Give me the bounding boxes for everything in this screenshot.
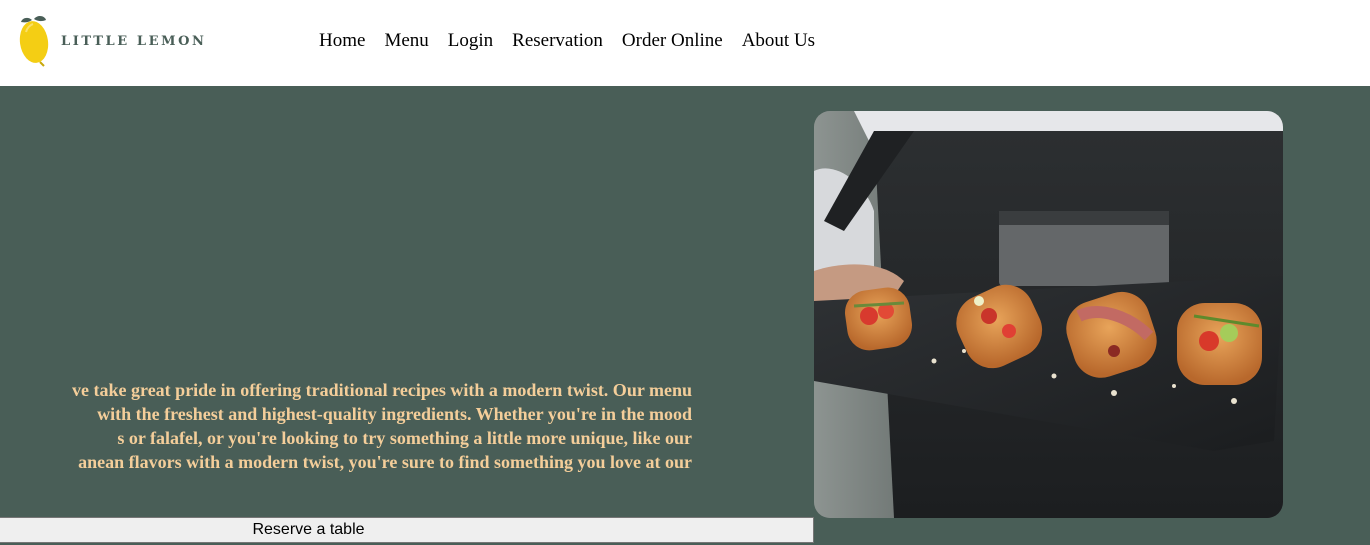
nav-order-online[interactable]: Order Online — [622, 30, 723, 52]
nav-menu: Home Menu Login Reservation Order Online… — [319, 30, 815, 52]
nav-reservation[interactable]: Reservation — [512, 30, 603, 52]
bruschetta-tray-photo — [814, 111, 1283, 518]
nav-home[interactable]: Home — [319, 30, 365, 52]
reserve-table-button[interactable]: Reserve a table — [0, 517, 814, 543]
lemon-logo-icon — [18, 14, 54, 68]
hero-line: anean flavors with a modern twist, you'r… — [78, 452, 692, 472]
hero-line: ve take great pride in offering traditio… — [72, 380, 692, 400]
nav-about-us[interactable]: About Us — [742, 30, 815, 52]
hero-image — [814, 111, 1283, 518]
hero-description: ve take great pride in offering traditio… — [0, 378, 692, 474]
logo[interactable]: LITTLE LEMON — [18, 14, 218, 68]
hero-line: with the freshest and highest-quality in… — [97, 404, 692, 424]
logo-text: LITTLE LEMON — [61, 33, 207, 49]
nav-login[interactable]: Login — [448, 30, 493, 52]
hero-line: s or falafel, or you're looking to try s… — [117, 428, 692, 448]
navbar: LITTLE LEMON Home Menu Login Reservation… — [0, 0, 1370, 86]
nav-menu-link[interactable]: Menu — [384, 30, 428, 52]
hero-section: ve take great pride in offering traditio… — [0, 86, 1370, 545]
